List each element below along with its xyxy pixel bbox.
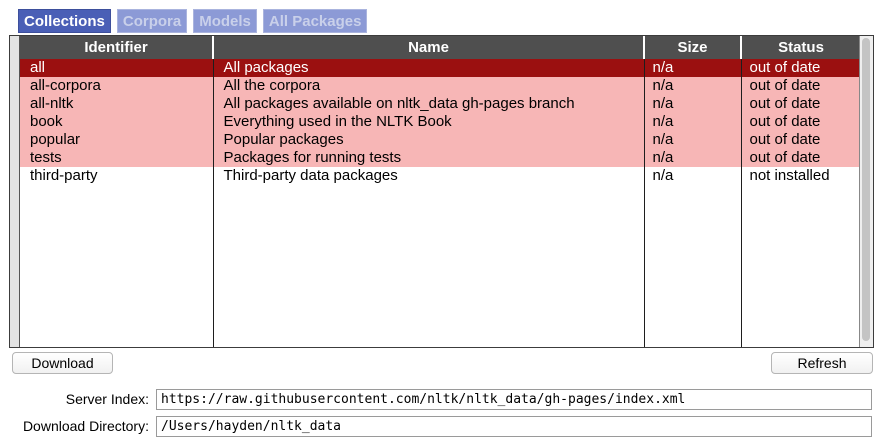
cell-identifier: all <box>20 59 214 77</box>
cell-status: out of date <box>741 113 860 131</box>
cell-name: Popular packages <box>213 131 645 149</box>
row-gutter <box>10 36 20 347</box>
package-table: Identifier Name Size Status all All pack… <box>20 36 860 347</box>
cell-name: Packages for running tests <box>213 149 645 167</box>
tab-all-packages[interactable]: All Packages <box>262 9 368 33</box>
cell-size: n/a <box>644 167 742 185</box>
table-row-popular[interactable]: popular Popular packages n/a out of date <box>20 131 860 149</box>
table-header-row: Identifier Name Size Status <box>20 36 860 59</box>
tab-models[interactable]: Models <box>193 9 257 33</box>
cell-identifier: all-nltk <box>20 95 214 113</box>
package-table-frame: Identifier Name Size Status all All pack… <box>9 35 874 348</box>
column-header-status[interactable]: Status <box>741 36 860 59</box>
cell-name: All the corpora <box>213 77 645 95</box>
cell-status: out of date <box>741 149 860 167</box>
package-table-area: Identifier Name Size Status all All pack… <box>20 36 860 347</box>
tab-bar: Collections Corpora Models All Packages <box>18 9 368 33</box>
table-row-book[interactable]: book Everything used in the NLTK Book n/… <box>20 113 860 131</box>
cell-status: out of date <box>741 77 860 95</box>
cell-name: All packages <box>213 59 645 77</box>
empty-cell <box>213 185 645 347</box>
table-row-all[interactable]: all All packages n/a out of date <box>20 59 860 77</box>
table-row-tests[interactable]: tests Packages for running tests n/a out… <box>20 149 860 167</box>
cell-size: n/a <box>644 131 742 149</box>
empty-cell <box>741 185 860 347</box>
download-directory-field[interactable]: /Users/hayden/nltk_data <box>156 416 872 437</box>
download-directory-label: Download Directory: <box>22 418 149 434</box>
cell-name: All packages available on nltk_data gh-p… <box>213 95 645 113</box>
server-index-label: Server Index: <box>65 391 149 407</box>
cell-size: n/a <box>644 95 742 113</box>
cell-identifier: popular <box>20 131 214 149</box>
cell-size: n/a <box>644 113 742 131</box>
table-row-third-party[interactable]: third-party Third-party data packages n/… <box>20 167 860 185</box>
cell-status: out of date <box>741 95 860 113</box>
table-row-all-nltk[interactable]: all-nltk All packages available on nltk_… <box>20 95 860 113</box>
empty-cell <box>20 185 214 347</box>
scrollbar-thumb[interactable] <box>862 38 870 341</box>
server-index-field[interactable]: https://raw.githubusercontent.com/nltk/n… <box>156 389 872 410</box>
empty-cell <box>644 185 742 347</box>
cell-identifier: book <box>20 113 214 131</box>
cell-status: out of date <box>741 59 860 77</box>
cell-size: n/a <box>644 149 742 167</box>
cell-status: not installed <box>741 167 860 185</box>
cell-size: n/a <box>644 77 742 95</box>
table-row-all-corpora[interactable]: all-corpora All the corpora n/a out of d… <box>20 77 860 95</box>
tab-corpora[interactable]: Corpora <box>116 9 188 33</box>
column-header-identifier[interactable]: Identifier <box>20 36 214 59</box>
refresh-button[interactable]: Refresh <box>771 352 873 374</box>
cell-name: Third-party data packages <box>213 167 645 185</box>
table-empty-area <box>20 185 860 347</box>
nltk-downloader-window: Collections Corpora Models All Packages … <box>0 0 878 444</box>
cell-name: Everything used in the NLTK Book <box>213 113 645 131</box>
column-header-name[interactable]: Name <box>213 36 645 59</box>
cell-identifier: all-corpora <box>20 77 214 95</box>
cell-status: out of date <box>741 131 860 149</box>
cell-size: n/a <box>644 59 742 77</box>
download-button[interactable]: Download <box>12 352 113 374</box>
column-header-size[interactable]: Size <box>644 36 742 59</box>
tab-collections[interactable]: Collections <box>18 9 111 33</box>
vertical-scrollbar[interactable] <box>859 36 873 347</box>
cell-identifier: third-party <box>20 167 214 185</box>
cell-identifier: tests <box>20 149 214 167</box>
